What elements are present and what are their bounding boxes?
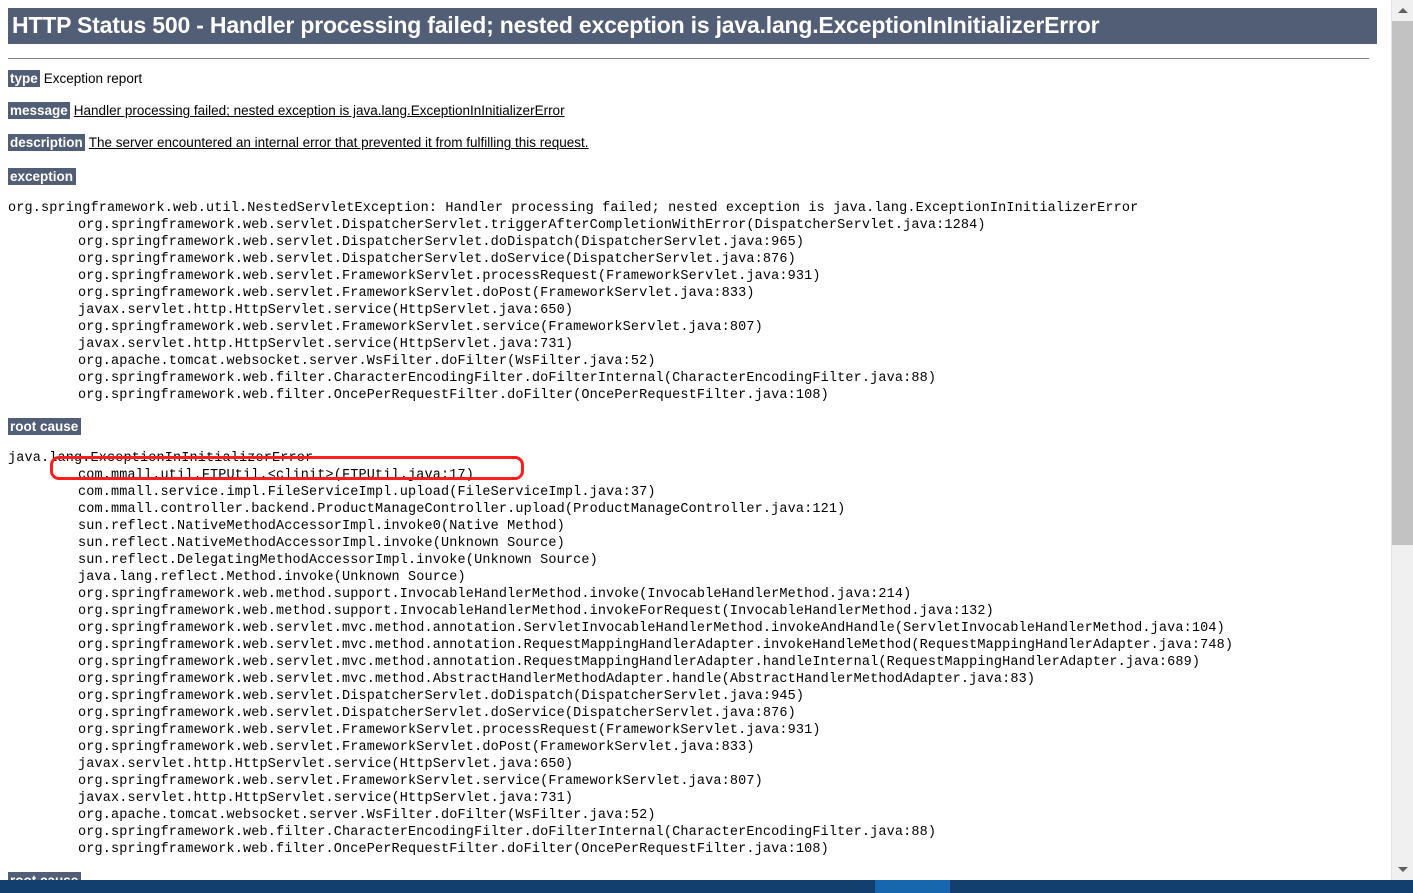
root-cause-frame: org.apache.tomcat.websocket.server.WsFil… [78, 807, 656, 823]
root-cause-frame: sun.reflect.DelegatingMethodAccessorImpl… [78, 552, 598, 568]
meta-value-type: Exception report [43, 71, 143, 87]
root-cause-frame: org.springframework.web.servlet.mvc.meth… [78, 620, 1225, 636]
root-cause-frame: com.mmall.service.impl.FileServiceImpl.u… [78, 484, 656, 500]
root-cause-frame: sun.reflect.NativeMethodAccessorImpl.inv… [78, 535, 565, 551]
root-cause-label-2: root cause [8, 871, 82, 880]
root-cause-frame: org.springframework.web.filter.OncePerRe… [78, 841, 829, 857]
root-cause-frame: org.springframework.web.method.support.I… [78, 603, 994, 619]
meta-value-message: Handler processing failed; nested except… [73, 103, 565, 119]
divider-top [8, 58, 1369, 60]
root-cause-frame: java.lang.reflect.Method.invoke(Unknown … [78, 569, 466, 585]
root-cause-frame: sun.reflect.NativeMethodAccessorImpl.inv… [78, 518, 565, 534]
error-meta-block: type Exception report message Handler proce… [8, 70, 1391, 152]
meta-key-description: description [8, 134, 85, 152]
root-cause-frame: org.springframework.web.servlet.Framewor… [78, 773, 763, 789]
meta-key-type: type [8, 70, 40, 88]
exception-frame: org.springframework.web.filter.OncePerRe… [78, 387, 829, 403]
taskbar-left-region [0, 880, 875, 893]
exception-frame: org.springframework.web.servlet.Dispatch… [78, 234, 805, 250]
root-cause-frame: org.springframework.web.filter.Character… [78, 824, 937, 840]
scroll-down-arrow-icon [1397, 867, 1408, 872]
root-cause-frame: org.springframework.web.servlet.mvc.meth… [78, 637, 1234, 653]
scroll-up-button[interactable] [1392, 0, 1413, 21]
meta-value-description: The server encountered an internal error… [88, 135, 589, 151]
exception-frame: org.springframework.web.filter.Character… [78, 370, 937, 386]
root-cause-frame: org.springframework.web.servlet.mvc.meth… [78, 654, 1201, 670]
meta-line-message: message Handler processing failed; nested… [8, 102, 1391, 120]
root-cause-frame: org.springframework.web.servlet.Framewor… [78, 739, 755, 755]
root-cause-label: root cause [8, 417, 82, 435]
exception-section-header: exception [8, 167, 1391, 186]
exception-frame: org.springframework.web.servlet.Dispatch… [78, 251, 796, 267]
root-cause-frame: org.springframework.web.servlet.Framewor… [78, 722, 821, 738]
root-cause-frame: org.springframework.web.servlet.Dispatch… [78, 688, 805, 704]
exception-frame: org.springframework.web.util.NestedServl… [8, 200, 1139, 216]
root-cause-frame: org.springframework.web.servlet.mvc.meth… [78, 671, 1036, 687]
scroll-up-arrow-icon [1397, 8, 1408, 13]
root-cause-stack-trace: java.lang.ExceptionInInitializerError com… [8, 450, 1391, 858]
exception-frame: org.springframework.web.servlet.Framewor… [78, 285, 755, 301]
exception-frame: javax.servlet.http.HttpServlet.service(H… [78, 302, 574, 318]
exception-frame: javax.servlet.http.HttpServlet.service(H… [78, 336, 574, 352]
root-cause-section-header: root cause [8, 417, 1391, 436]
meta-line-description: description The server encountered an int… [8, 134, 1391, 152]
exception-stack-trace: org.springframework.web.util.NestedServl… [8, 200, 1391, 404]
vertical-scrollbar[interactable] [1391, 0, 1413, 880]
exception-label: exception [8, 167, 77, 185]
exception-frame: org.apache.tomcat.websocket.server.WsFil… [78, 353, 656, 369]
root-cause-frame: com.mmall.util.FTPUtil.<clinit>(FTPUtil.… [78, 467, 475, 483]
root-cause-frame: org.springframework.web.method.support.I… [78, 586, 912, 602]
page-title: HTTP Status 500 - Handler processing fai… [8, 8, 1377, 45]
exception-frame: org.springframework.web.servlet.Framewor… [78, 268, 821, 284]
exception-frame: org.springframework.web.servlet.Framewor… [78, 319, 763, 335]
root-cause-frame: com.mmall.controller.backend.ProductMana… [78, 501, 846, 517]
root-cause-frame: org.springframework.web.servlet.Dispatch… [78, 705, 796, 721]
taskbar-active-window-item[interactable] [875, 880, 950, 893]
meta-line-type: type Exception report [8, 70, 1391, 88]
scroll-down-button[interactable] [1392, 859, 1413, 880]
taskbar-right-region [950, 880, 1413, 893]
root-cause-section-header-2: root cause [8, 871, 1391, 880]
meta-key-message: message [8, 102, 70, 120]
os-taskbar[interactable] [0, 880, 1413, 893]
root-cause-frame: javax.servlet.http.HttpServlet.service(H… [78, 790, 574, 806]
exception-frame: org.springframework.web.servlet.Dispatch… [78, 217, 986, 233]
root-cause-frame: javax.servlet.http.HttpServlet.service(H… [78, 756, 574, 772]
root-cause-frame: java.lang.ExceptionInInitializerError [8, 450, 314, 466]
error-page-viewport: HTTP Status 500 - Handler processing fai… [0, 0, 1391, 880]
scrollbar-thumb[interactable] [1392, 21, 1413, 545]
